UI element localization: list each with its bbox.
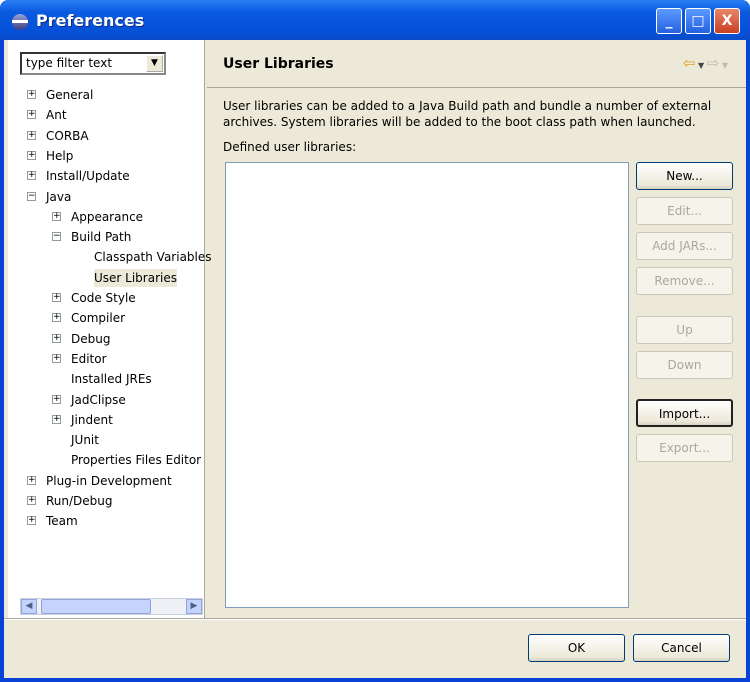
scroll-left-icon[interactable]: ◀ [21, 599, 37, 614]
tree-item-appearance[interactable]: Appearance [71, 208, 143, 226]
expand-icon[interactable]: + [27, 475, 36, 485]
forward-arrow-icon[interactable]: ⇨ [707, 54, 720, 72]
expand-icon[interactable]: + [27, 496, 36, 505]
back-arrow-icon[interactable]: ⇦ [683, 54, 696, 72]
user-libraries-page: User Libraries ⇦ ▼ ⇨ ▼ User libraries ca… [207, 40, 746, 618]
tree-item-jindent[interactable]: Jindent [71, 411, 113, 429]
tree-item-build-path[interactable]: Build Path [71, 228, 131, 246]
new-button[interactable]: New... [636, 162, 733, 190]
expand-icon[interactable]: + [52, 313, 61, 323]
scroll-thumb[interactable] [41, 599, 151, 614]
dropdown-arrow-icon[interactable]: ▼ [146, 55, 163, 72]
tree-item-code-style[interactable]: Code Style [71, 289, 136, 307]
expand-icon[interactable]: + [27, 516, 36, 526]
collapse-icon[interactable]: − [27, 191, 36, 201]
close-button[interactable]: X [714, 8, 740, 34]
add-jars-button[interactable]: Add JARs... [636, 232, 733, 260]
button-bar: OK Cancel [4, 619, 746, 678]
window-title: Preferences [36, 11, 145, 30]
filter-input[interactable]: type filter text [26, 56, 112, 70]
expand-icon[interactable]: + [52, 414, 61, 424]
tree-item-installed-jres[interactable]: Installed JREs [71, 370, 152, 388]
expand-icon[interactable]: + [27, 110, 36, 120]
collapse-icon[interactable]: − [52, 232, 61, 242]
expand-icon[interactable]: + [27, 171, 36, 181]
preferences-window: Preferences _ □ X type filter text ▼ Gen… [0, 0, 750, 682]
expand-icon[interactable]: + [27, 130, 36, 140]
dialog-body: type filter text ▼ General + Ant + CORBA + Hel… [4, 40, 746, 678]
eclipse-icon [12, 14, 28, 30]
down-button[interactable]: Down [636, 351, 733, 379]
tree-item-jadclipse[interactable]: JadClipse [71, 391, 126, 409]
export-button[interactable]: Export... [636, 434, 733, 462]
tree-item-properties-files-editor[interactable]: Properties Files Editor [71, 451, 201, 469]
user-libraries-list[interactable] [225, 162, 629, 608]
tree-item-ant[interactable]: Ant [46, 106, 67, 124]
maximize-button[interactable]: □ [685, 8, 711, 34]
tree-item-plug-in-development[interactable]: Plug-in Development [46, 472, 172, 490]
edit-button[interactable]: Edit... [636, 197, 733, 225]
tree-item-team[interactable]: Team [46, 512, 78, 530]
preference-tree-pane: type filter text ▼ General + Ant + CORBA + Hel… [8, 40, 212, 618]
list-label: Defined user libraries: [223, 140, 357, 154]
expand-icon[interactable]: + [52, 211, 61, 221]
import-button[interactable]: Import... [636, 399, 733, 427]
title-bar[interactable]: Preferences _ □ X [0, 0, 750, 40]
tree-item-classpath-variables[interactable]: Classpath Variables [94, 248, 212, 266]
tree-item-compiler[interactable]: Compiler [71, 309, 125, 327]
tree-item-java[interactable]: Java [46, 188, 71, 206]
tree-item-junit[interactable]: JUnit [71, 431, 99, 449]
tree-item-general[interactable]: General [46, 86, 93, 104]
page-title: User Libraries [223, 56, 334, 72]
tree-item-user-libraries[interactable]: User Libraries [94, 268, 177, 287]
cancel-button[interactable]: Cancel [633, 634, 730, 662]
tree-item-editor[interactable]: Editor [71, 350, 107, 368]
expand-icon[interactable]: + [52, 293, 61, 302]
tree-item-corba[interactable]: CORBA [46, 127, 89, 145]
remove-button[interactable]: Remove... [636, 267, 733, 295]
tree-item-run-debug[interactable]: Run/Debug [46, 492, 113, 510]
tree-item-debug[interactable]: Debug [71, 330, 110, 348]
horizontal-scrollbar[interactable]: ◀ ▶ [20, 598, 203, 615]
ok-button[interactable]: OK [528, 634, 625, 662]
minimize-button[interactable]: _ [656, 8, 682, 34]
filter-combo[interactable]: type filter text ▼ [20, 52, 166, 75]
expand-icon[interactable]: + [52, 333, 61, 343]
page-description: User libraries can be added to a Java Bu… [223, 99, 712, 129]
expand-icon[interactable]: + [52, 353, 61, 363]
scroll-right-icon[interactable]: ▶ [186, 599, 202, 614]
tree-item-help[interactable]: Help [46, 147, 73, 165]
forward-dropdown-icon[interactable]: ▼ [719, 61, 728, 70]
expand-icon[interactable]: + [27, 150, 36, 160]
expand-icon[interactable]: + [27, 90, 36, 99]
tree-item-install-update[interactable]: Install/Update [46, 167, 130, 185]
expand-icon[interactable]: + [52, 394, 61, 404]
back-dropdown-icon[interactable]: ▼ [695, 61, 706, 70]
history-nav: ⇦ ▼ ⇨ ▼ [683, 54, 728, 72]
up-button[interactable]: Up [636, 316, 733, 344]
page-header: User Libraries ⇦ ▼ ⇨ ▼ [207, 40, 746, 88]
